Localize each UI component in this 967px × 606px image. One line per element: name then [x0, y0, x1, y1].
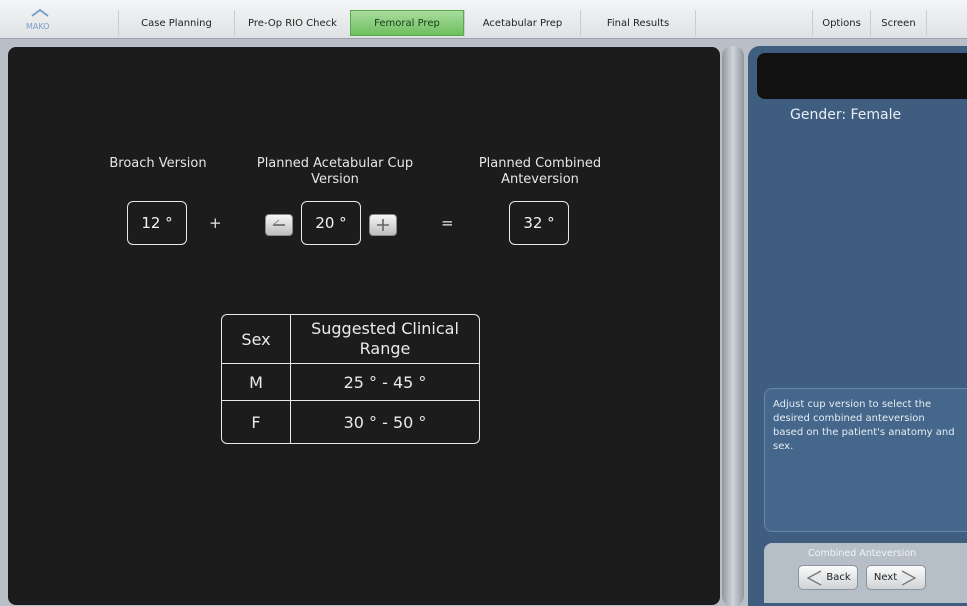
- decrease-cup-version-button[interactable]: [265, 214, 293, 236]
- cup-version-label: Planned Acetabular Cup Version: [256, 156, 414, 187]
- back-button-label: Back: [826, 572, 851, 583]
- back-arrow-icon: [806, 569, 822, 586]
- plus-icon: [377, 219, 389, 231]
- combined-anteversion-value: 32 °: [509, 201, 569, 245]
- cup-version-value: 20 °: [301, 201, 361, 245]
- screen-button[interactable]: Screen: [870, 10, 926, 36]
- table-row: F 30 ° - 50 °: [222, 401, 479, 443]
- plus-operator: +: [209, 214, 222, 232]
- broach-version-label: Broach Version: [109, 156, 207, 171]
- tab-case-planning[interactable]: Case Planning: [118, 10, 234, 36]
- top-nav-bar: MAKO Case Planning Pre-Op RIO Check Femo…: [0, 0, 967, 39]
- next-button[interactable]: Next: [866, 565, 926, 590]
- table-row: M 25 ° - 45 °: [222, 364, 479, 401]
- table-header-row: Sex Suggested Clinical Range: [222, 315, 479, 364]
- table-cell-range: 25 ° - 45 °: [291, 364, 479, 401]
- tab-divider: [926, 10, 927, 36]
- tab-final-results[interactable]: Final Results: [580, 10, 695, 36]
- table-cell-range: 30 ° - 50 °: [343, 412, 427, 432]
- back-button[interactable]: Back: [798, 565, 858, 590]
- status-display: [757, 53, 967, 99]
- next-arrow-icon: [901, 569, 917, 586]
- tab-pre-op-rio-check[interactable]: Pre-Op RIO Check: [234, 10, 350, 36]
- instruction-text: Adjust cup version to select the desired…: [773, 399, 955, 452]
- mako-logo: MAKO: [26, 8, 49, 31]
- clinical-range-table: Sex Suggested Clinical Range M 25 ° - 45…: [221, 314, 480, 444]
- combined-anteversion-label: Planned Combined Anteversion: [478, 156, 602, 187]
- panel-divider: [722, 46, 744, 606]
- step-title: Combined Anteversion: [808, 548, 917, 559]
- table-header-sex: Sex: [222, 315, 291, 364]
- minus-icon: [272, 219, 285, 226]
- svg-text:MAKO: MAKO: [26, 22, 49, 31]
- next-button-label: Next: [873, 572, 898, 583]
- increase-cup-version-button[interactable]: [369, 214, 397, 236]
- tab-acetabular-prep[interactable]: Acetabular Prep: [464, 10, 580, 36]
- options-button[interactable]: Options: [812, 10, 870, 36]
- gender-label: Gender: Female: [790, 107, 902, 123]
- table-cell-sex: M: [222, 364, 291, 401]
- tab-femoral-prep[interactable]: Femoral Prep: [350, 10, 464, 36]
- tab-divider: [695, 10, 696, 36]
- table-cell-sex: F: [222, 401, 291, 443]
- table-header-range: Suggested Clinical Range: [291, 315, 479, 364]
- broach-version-value: 12 °: [127, 201, 187, 245]
- equals-operator: =: [441, 214, 454, 232]
